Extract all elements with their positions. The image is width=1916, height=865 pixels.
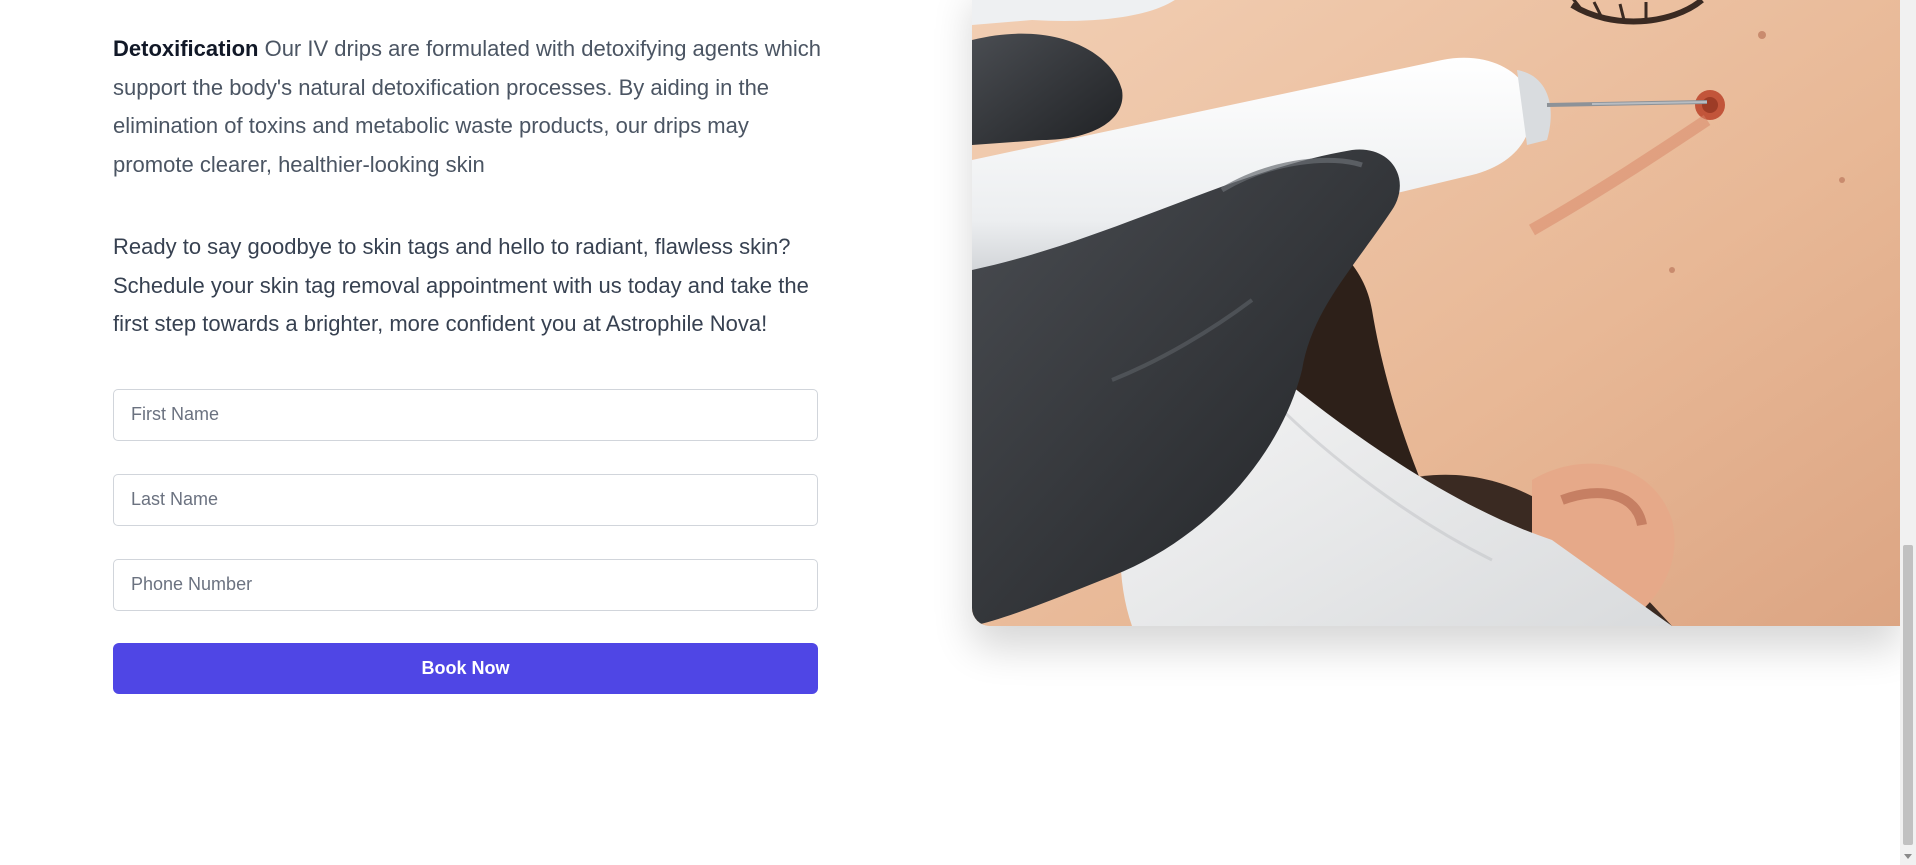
- first-name-input[interactable]: [113, 388, 818, 441]
- scroll-down-arrow-icon[interactable]: [1904, 854, 1912, 859]
- cta-paragraph: Ready to say goodbye to skin tags and he…: [113, 234, 809, 336]
- detox-heading: Detoxification: [113, 36, 259, 61]
- booking-form: Book Now: [113, 388, 818, 694]
- book-now-button[interactable]: Book Now: [113, 642, 818, 694]
- scrollbar-thumb[interactable]: [1903, 545, 1913, 845]
- skin-tag-removal-image: [972, 0, 1900, 626]
- page: Detoxification Our IV drips are formulat…: [0, 0, 1916, 865]
- last-name-input[interactable]: [113, 473, 818, 526]
- phone-number-input[interactable]: [113, 558, 818, 611]
- vertical-scrollbar[interactable]: [1900, 0, 1916, 865]
- content-column: Detoxification Our IV drips are formulat…: [113, 30, 823, 694]
- detox-paragraph: Detoxification Our IV drips are formulat…: [113, 30, 823, 184]
